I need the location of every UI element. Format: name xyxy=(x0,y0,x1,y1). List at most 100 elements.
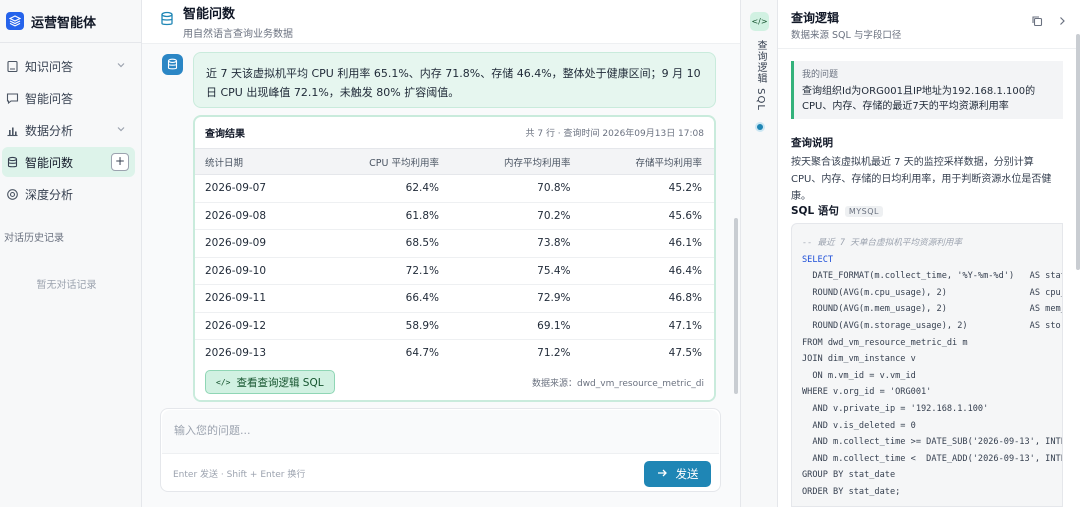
panel-scrollbar[interactable] xyxy=(1076,34,1080,270)
bar-chart-icon xyxy=(5,123,19,137)
sidebar-item-knowledge-qa[interactable]: 知识问答 xyxy=(2,51,135,81)
question-composer: Enter 发送 · Shift + Enter 换行 发送 xyxy=(160,408,721,492)
sql-dialect-badge: MYSQL xyxy=(844,206,883,217)
explain-text: 按天聚合该虚拟机最近 7 天的监控采样数据，分别计算 CPU、内存、存储的日均利… xyxy=(791,157,1052,202)
table-cell: 46.8% xyxy=(582,284,714,313)
data-source: 数据来源：dwd_vm_resource_metric_di xyxy=(531,378,704,389)
sidebar-item-smart-qa[interactable]: 智能问答 xyxy=(2,83,135,113)
column-header: 存储平均利用率 xyxy=(582,148,714,175)
table-cell: 2026-09-09 xyxy=(195,229,314,258)
table-cell: 72.1% xyxy=(313,257,452,285)
query-result-card: 查询结果 共 7 行 · 查询时间 2026年09月13日 17:08 统计日期… xyxy=(193,115,716,402)
table-cell: 47.1% xyxy=(582,312,714,340)
panel-subtitle: 数据来源 SQL 与字段口径 xyxy=(791,30,902,41)
copy-icon[interactable] xyxy=(1031,15,1043,27)
table-cell: 66.4% xyxy=(313,284,452,313)
send-button[interactable]: 发送 xyxy=(644,461,711,487)
code-icon: </> xyxy=(216,377,231,387)
table-cell: 45.2% xyxy=(582,174,714,203)
sidebar-item-deep-analysis[interactable]: 深度分析 xyxy=(2,179,135,209)
code-icon[interactable]: </> xyxy=(750,12,769,31)
active-indicator-dot xyxy=(757,124,763,130)
table-cell: 73.8% xyxy=(451,229,583,258)
send-label: 发送 xyxy=(675,467,699,481)
sql-line: FROM dwd_vm_resource_metric_di m xyxy=(802,337,968,348)
table-cell: 2026-09-07 xyxy=(195,174,314,203)
column-header: 统计日期 xyxy=(195,148,314,175)
table-row: 2026-09-13 64.7% 71.2% 47.5% xyxy=(195,339,714,368)
table-cell: 2026-09-12 xyxy=(195,312,314,340)
my-question-box: 我的问题 查询组织Id为ORG001且IP地址为192.168.1.100的CP… xyxy=(791,61,1063,119)
table-cell: 61.8% xyxy=(313,202,452,230)
table-cell: 47.5% xyxy=(582,339,714,368)
table-cell: 2026-09-13 xyxy=(195,339,314,368)
my-question-text: 查询组织Id为ORG001且IP地址为192.168.1.100的CPU、内存、… xyxy=(802,86,1036,112)
table-row: 2026-09-07 62.4% 70.8% 45.2% xyxy=(195,174,714,203)
table-row: 2026-09-10 72.1% 75.4% 46.4% xyxy=(195,257,714,285)
sql-line: ON m.vm_id = v.vm_id xyxy=(802,370,916,381)
chevron-down-icon[interactable] xyxy=(115,123,127,135)
question-input[interactable] xyxy=(162,410,719,454)
table-cell: 72.9% xyxy=(451,284,583,313)
sidebar-item-smart-data-query[interactable]: 智能问数 + xyxy=(2,147,135,177)
sql-code-block[interactable]: -- 最近 7 天单台虚拟机平均资源利用率 SELECT DATE_FORMAT(… xyxy=(791,223,1063,507)
panel-divider xyxy=(778,48,1080,49)
sql-line: WHERE v.org_id = 'ORG001' xyxy=(802,387,932,398)
sql-line: AND v.private_ip = '192.168.1.100' xyxy=(802,403,989,414)
sidebar: 运营智能体 知识问答 智能问答 数据分析 智能问数 + 深度分析 对话历史记录 … xyxy=(0,0,142,507)
target-icon xyxy=(5,187,19,201)
sql-panel-toggle-label[interactable]: 查询逻辑 SQL xyxy=(754,40,766,111)
result-header: 查询结果 共 7 行 · 查询时间 2026年09月13日 17:08 xyxy=(195,117,714,148)
table-row: 2026-09-12 58.9% 69.1% 47.1% xyxy=(195,312,714,340)
table-cell: 64.7% xyxy=(313,339,452,368)
chevron-right-icon[interactable] xyxy=(1056,15,1068,27)
brand-name: 运营智能体 xyxy=(31,15,97,31)
sql-section-title: SQL 语句 MYSQL xyxy=(791,203,883,218)
sql-line: JOIN dim_vm_instance v xyxy=(802,354,916,365)
table-header-row: 统计日期 CPU 平均利用率 内存平均利用率 存储平均利用率 xyxy=(195,148,714,175)
table-cell: 2026-09-10 xyxy=(195,257,314,285)
input-hint: Enter 发送 · Shift + Enter 换行 xyxy=(173,470,306,480)
result-table: 统计日期 CPU 平均利用率 内存平均利用率 存储平均利用率 2026-09-0… xyxy=(195,148,714,368)
sql-line: AND m.collect_time < DATE_ADD('2026-09-1… xyxy=(812,453,1062,464)
sql-line: ORDER BY stat_date; xyxy=(802,486,901,497)
query-logic-panel: 查询逻辑 数据来源 SQL 与字段口径 我的问题 查询组织Id为ORG001且I… xyxy=(778,0,1080,507)
result-title: 查询结果 xyxy=(205,129,245,140)
table-cell: 46.1% xyxy=(582,229,714,258)
sidebar-item-label: 智能问答 xyxy=(25,91,74,106)
table-cell: 45.6% xyxy=(582,202,714,230)
table-row: 2026-09-08 61.8% 70.2% 45.6% xyxy=(195,202,714,230)
sql-line: ROUND(AVG(m.cpu_usage), 2) AS cpu_avg, xyxy=(802,287,1063,298)
sql-line: AND m.collect_time >= DATE_SUB('2026-09-… xyxy=(812,437,1062,448)
table-cell: 70.8% xyxy=(451,174,583,203)
sql-line: GROUP BY stat_date xyxy=(802,470,896,481)
history-empty-text: 暂无对话记录 xyxy=(36,280,97,291)
column-header: 内存平均利用率 xyxy=(451,148,583,175)
main-scrollbar[interactable] xyxy=(734,218,738,394)
sql-panel-toggle-strip[interactable]: </> 查询逻辑 SQL xyxy=(741,0,778,507)
sidebar-item-data-analysis[interactable]: 数据分析 xyxy=(2,115,135,145)
chevron-down-icon[interactable] xyxy=(115,59,127,71)
table-row: 2026-09-09 68.5% 73.8% 46.1% xyxy=(195,229,714,258)
table-cell: 69.1% xyxy=(451,312,583,340)
table-cell: 71.2% xyxy=(451,339,583,368)
arrow-right-icon xyxy=(657,467,668,481)
result-footer: </> 查看查询逻辑 SQL 数据来源：dwd_vm_resource_metr… xyxy=(195,364,714,400)
table-cell: 68.5% xyxy=(313,229,452,258)
main-header: 智能问数 用自然语言查询业务数据 xyxy=(142,0,740,44)
table-cell: 2026-09-08 xyxy=(195,202,314,230)
new-query-plus-button[interactable]: + xyxy=(111,153,129,171)
assistant-avatar xyxy=(162,54,183,75)
view-sql-button[interactable]: </> 查看查询逻辑 SQL xyxy=(205,370,335,394)
table-cell: 70.2% xyxy=(451,202,583,230)
assistant-answer: 近 7 天该虚拟机平均 CPU 利用率 65.1%、内存 71.8%、存储 46… xyxy=(193,52,716,108)
table-cell: 75.4% xyxy=(451,257,583,285)
sql-line: AND v.is_deleted = 0 xyxy=(802,420,916,431)
sql-line: DATE_FORMAT(m.collect_time, '%Y-%m-%d') … xyxy=(812,271,1062,282)
column-header: CPU 平均利用率 xyxy=(313,148,452,175)
table-cell: 58.9% xyxy=(313,312,452,340)
sidebar-item-label: 数据分析 xyxy=(25,123,74,138)
database-icon xyxy=(5,155,19,169)
book-icon xyxy=(5,59,19,73)
table-cell: 2026-09-11 xyxy=(195,284,314,313)
